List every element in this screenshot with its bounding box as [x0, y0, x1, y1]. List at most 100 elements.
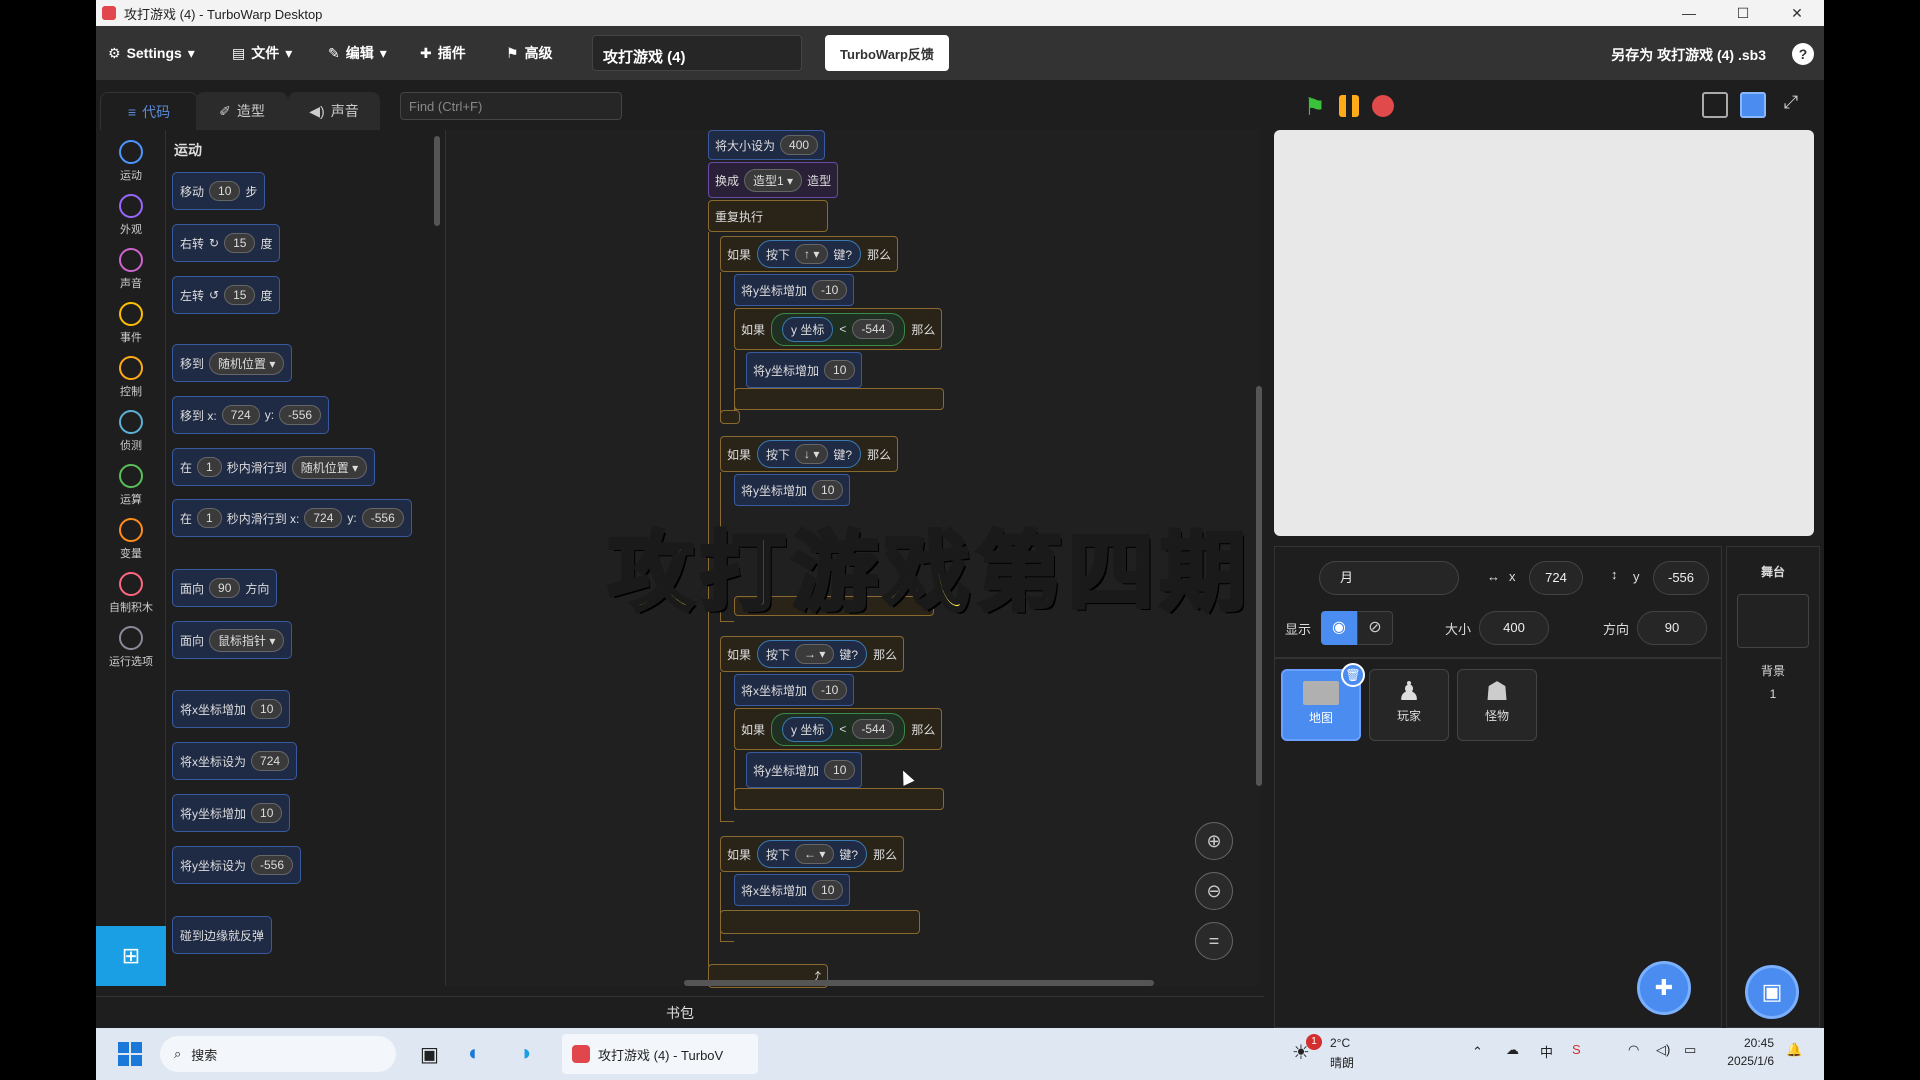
zoom-out-icon[interactable]: ⊖	[1195, 872, 1233, 910]
fullscreen-icon[interactable]: ⤢	[1778, 92, 1804, 118]
set-size-block[interactable]: 将大小设为 400	[708, 130, 826, 160]
block-dropdown[interactable]: 随机位置	[209, 351, 285, 375]
block-input[interactable]: 90	[209, 578, 241, 598]
change-y-block[interactable]: 将y坐标增加 10	[746, 352, 863, 388]
key-pressed-up[interactable]: 按下 ↑ 键?	[757, 240, 862, 268]
palette-block-set-x[interactable]: 将x坐标设为 724	[172, 742, 298, 780]
block-dropdown[interactable]: 随机位置	[291, 455, 368, 479]
project-title-input[interactable]: 攻打游戏 (4)	[592, 35, 802, 71]
category-6[interactable]: 运算	[96, 464, 166, 507]
if-right-block[interactable]: 如果按下 → 键? 那么	[720, 636, 905, 672]
edit-menu[interactable]: ✎ 编辑 ▾	[328, 41, 387, 65]
palette-block-glide[interactable]: 在 1 秒内滑行到 随机位置	[172, 448, 376, 486]
size-input[interactable]: 400	[1479, 611, 1549, 645]
if-down-block[interactable]: 如果按下 ↓ 键? 那么	[720, 436, 899, 472]
block-dropdown[interactable]: 鼠标指针	[209, 628, 285, 652]
block-input[interactable]: 10	[209, 181, 241, 201]
palette-block-goto-xy[interactable]: 移到 x: 724 y: -556	[172, 396, 330, 434]
palette-block-move[interactable]: 移动 10 步	[172, 172, 266, 210]
volume-icon[interactable]: ◁)	[1656, 1042, 1670, 1058]
block-input[interactable]: -556	[279, 405, 322, 425]
block-input[interactable]: 15	[224, 285, 256, 305]
y-input[interactable]: -556	[1653, 561, 1709, 595]
block-input[interactable]: 724	[304, 508, 343, 528]
switch-costume-block[interactable]: 换成造型1 造型	[708, 162, 839, 198]
taskbar-app-turbowarp[interactable]: 攻打游戏 (4) - TurboV	[562, 1034, 758, 1074]
file-menu[interactable]: ▤ 文件 ▾	[232, 41, 292, 65]
palette-block-bounce[interactable]: 碰到边缘就反弹	[172, 916, 273, 954]
normal-stage-icon[interactable]	[1740, 92, 1766, 118]
save-as-label[interactable]: 另存为 攻打游戏 (4) .sb3	[1611, 45, 1766, 65]
block-input[interactable]: 724	[221, 405, 260, 425]
palette-block-change-y[interactable]: 将y坐标增加 10	[172, 794, 291, 832]
windows-start-icon[interactable]	[118, 1042, 142, 1066]
palette-block-glide-xy[interactable]: 在 1 秒内滑行到 x: 724 y: -556	[172, 499, 412, 537]
notification-bell-icon[interactable]: 🔔	[1786, 1042, 1802, 1058]
block-dropdown[interactable]: 造型1	[744, 168, 803, 192]
key-pressed-right[interactable]: 按下 → 键?	[757, 640, 868, 668]
palette-scrollbar[interactable]	[434, 136, 440, 226]
clock-time[interactable]: 20:45	[1720, 1036, 1774, 1050]
direction-input[interactable]: 90	[1637, 611, 1707, 645]
if-up-block[interactable]: 如果按下 ↑ 键? 那么	[720, 236, 899, 272]
block-input[interactable]: 10	[251, 699, 283, 719]
tab-costumes[interactable]: ✐ 造型	[196, 92, 288, 130]
palette-block-turn-left[interactable]: 左转 ↺ 15 度	[172, 276, 281, 314]
pause-icon[interactable]	[1339, 95, 1359, 117]
category-8[interactable]: 自制积木	[96, 572, 166, 615]
sprite-player[interactable]: ♟ 玩家	[1369, 669, 1449, 741]
hide-eye-icon[interactable]: ⊘	[1357, 611, 1393, 645]
if-y-block[interactable]: 如果 y 坐标 < -544 那么	[734, 308, 943, 350]
sprite-monster[interactable]: ☗ 怪物	[1457, 669, 1537, 741]
add-sprite-button[interactable]: ✚	[1637, 961, 1691, 1015]
trash-icon[interactable]: 🗑	[1341, 663, 1365, 687]
settings-menu[interactable]: ⚙ Settings ▾	[108, 41, 195, 65]
block-input[interactable]: 1	[197, 508, 222, 528]
block-input[interactable]: -544	[852, 319, 895, 339]
green-flag-icon[interactable]: ⚑	[1304, 93, 1330, 121]
stage-canvas[interactable]	[1274, 130, 1814, 536]
category-1[interactable]: 外观	[96, 194, 166, 237]
key-dropdown[interactable]: ←	[795, 844, 835, 864]
block-input[interactable]: 1	[197, 457, 222, 477]
y-position-reporter[interactable]: y 坐标	[782, 316, 834, 342]
palette-block-goto[interactable]: 移到 随机位置	[172, 344, 293, 382]
palette-block-point-towards[interactable]: 面向 鼠标指针	[172, 621, 293, 659]
block-input[interactable]: 10	[824, 760, 856, 780]
y-position-reporter[interactable]: y 坐标	[782, 716, 834, 742]
close-button[interactable]: ✕	[1770, 0, 1824, 26]
block-input[interactable]: 10	[812, 480, 844, 500]
block-input[interactable]: -544	[852, 719, 895, 739]
add-extension-button[interactable]: ⊞	[96, 926, 166, 986]
taskbar-search[interactable]: ⌕ 搜索	[160, 1036, 396, 1072]
key-dropdown[interactable]: ↓	[795, 444, 829, 464]
change-y-block[interactable]: 将y坐标增加 -10	[734, 274, 855, 306]
lt-condition[interactable]: y 坐标 < -544	[771, 312, 906, 346]
key-pressed-left[interactable]: 按下 ← 键?	[757, 840, 868, 868]
block-input[interactable]: 15	[224, 233, 256, 253]
zoom-in-icon[interactable]: ⊕	[1195, 822, 1233, 860]
key-pressed-down[interactable]: 按下 ↓ 键?	[757, 440, 862, 468]
change-y-block[interactable]: 将y坐标增加 10	[746, 752, 863, 788]
tab-code[interactable]: ≡ 代码	[100, 92, 198, 130]
palette-block-turn-right[interactable]: 右转 ↻ 15 度	[172, 224, 281, 262]
key-dropdown[interactable]: ↑	[795, 244, 829, 264]
add-backdrop-button[interactable]: ▣	[1745, 965, 1799, 1019]
lt-condition[interactable]: y 坐标 < -544	[771, 712, 906, 746]
maximize-button[interactable]: ☐	[1716, 0, 1770, 26]
task-view-icon[interactable]: ▣	[420, 1042, 439, 1067]
find-input[interactable]: Find (Ctrl+F)	[400, 92, 622, 120]
palette-block-change-x[interactable]: 将x坐标增加 10	[172, 690, 291, 728]
block-input[interactable]: -556	[361, 508, 404, 528]
clock-date[interactable]: 2025/1/6	[1712, 1054, 1774, 1068]
forever-block[interactable]: 重复执行	[708, 200, 828, 232]
change-x-block[interactable]: 将x坐标增加 -10	[734, 674, 855, 706]
palette-block-point-direction[interactable]: 面向 90 方向	[172, 569, 278, 607]
block-input[interactable]: -556	[251, 855, 294, 875]
tab-sounds[interactable]: ◀) 声音	[288, 92, 380, 130]
cloud-icon[interactable]: ☁	[1506, 1042, 1519, 1058]
if-left-block[interactable]: 如果按下 ← 键? 那么	[720, 836, 905, 872]
ime-icon[interactable]: 中	[1540, 1042, 1553, 1061]
sprite-map[interactable]: 地图 🗑	[1281, 663, 1365, 741]
block-input[interactable]: 10	[251, 803, 283, 823]
